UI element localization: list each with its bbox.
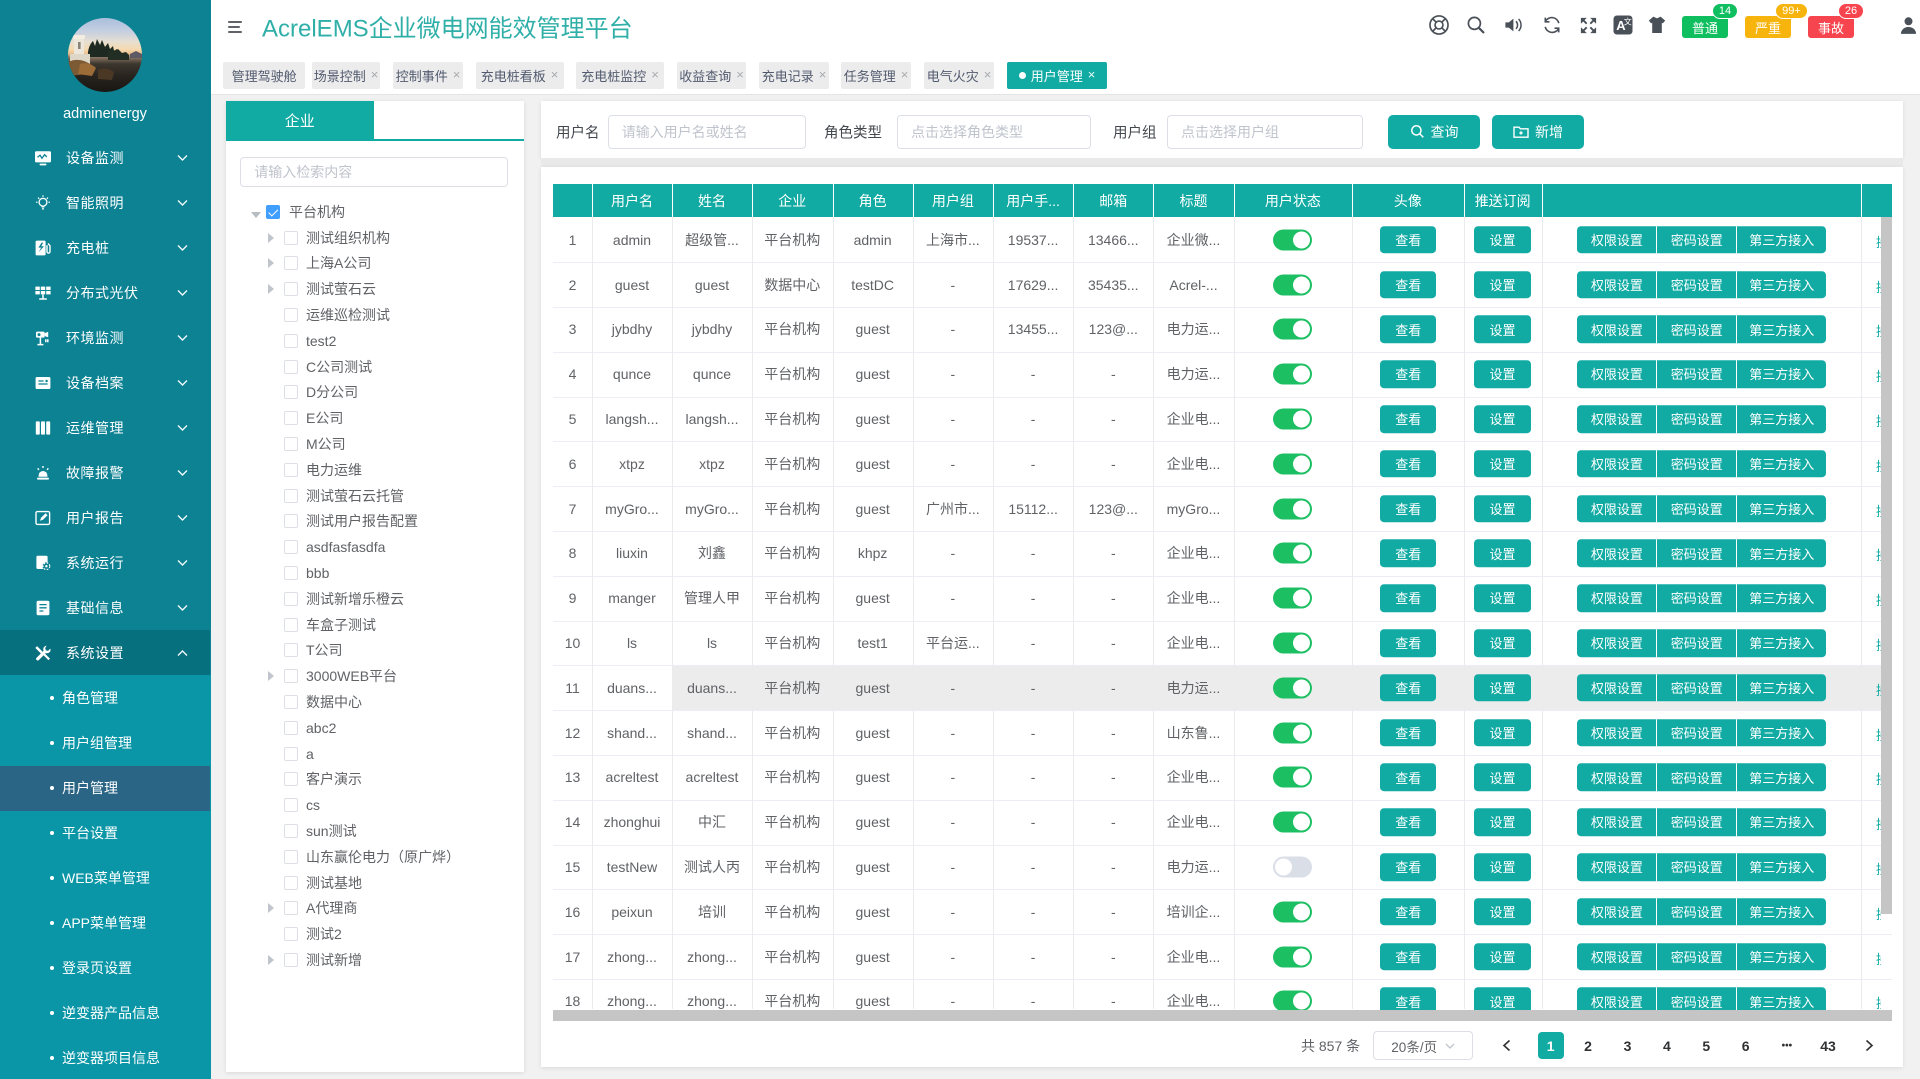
svg-text:文: 文: [1623, 16, 1631, 26]
